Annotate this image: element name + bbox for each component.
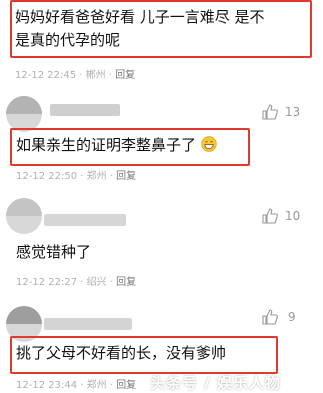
comment-4-meta: 12-12 23:44 · 郑州 · 回复 (16, 380, 137, 391)
comment-2-time: 12-12 22:50 (16, 171, 78, 182)
watermark: 头条号 / 娱乐人物 (150, 374, 281, 392)
grinning-face-icon (201, 136, 217, 152)
comment-2-text: 如果亲生的证明李整鼻子了 (16, 134, 217, 156)
comment-4-reply-link[interactable]: 回复 (116, 380, 136, 391)
comment-1-time: 12-12 22:45 (15, 70, 77, 81)
comment-1-text-line-1: 妈妈好看爸爸好看 儿子一言难尽 是不 (15, 8, 265, 26)
comment-4-location: 郑州 (86, 380, 107, 391)
comment-3-thumbs-up-icon[interactable] (262, 208, 278, 224)
comment-3-time: 12-12 22:27 (16, 277, 78, 288)
comment-2-location: 郑州 (86, 171, 107, 182)
comment-3-avatar[interactable] (6, 198, 42, 234)
comment-3-text: 感觉错种了 (16, 243, 92, 261)
comment-1-text-line-2: 是真的代孕的呢 (15, 31, 121, 49)
comment-3-reply-link[interactable]: 回复 (116, 277, 136, 288)
comment-1-location: 郴州 (85, 70, 106, 81)
comment-2-username[interactable] (50, 102, 120, 116)
comment-4-text: 挑了父母不好看的长，没有爹帅 (16, 344, 227, 362)
comment-2-reply-link[interactable]: 回复 (116, 171, 136, 182)
comment-3-like-count: 10 (285, 209, 301, 223)
comment-3-location: 绍兴 (86, 277, 107, 288)
comment-2-like-count: 13 (285, 105, 301, 119)
comment-1-reply-link[interactable]: 回复 (115, 70, 135, 81)
comment-4-like-count: 9 (288, 310, 296, 324)
comment-3-username[interactable] (44, 212, 126, 226)
comment-4-time: 12-12 23:44 (16, 380, 78, 391)
comment-3-meta: 12-12 22:27 · 绍兴 · 回复 (16, 277, 137, 288)
comment-2-meta: 12-12 22:50 · 郑州 · 回复 (16, 171, 137, 182)
comment-2-avatar[interactable] (6, 96, 42, 132)
comment-4-username[interactable] (44, 316, 132, 330)
comment-1-meta: 12-12 22:45 · 郴州 · 回复 (15, 70, 136, 81)
comment-4-thumbs-up-icon[interactable] (262, 309, 278, 325)
comment-2-thumbs-up-icon[interactable] (262, 104, 278, 120)
